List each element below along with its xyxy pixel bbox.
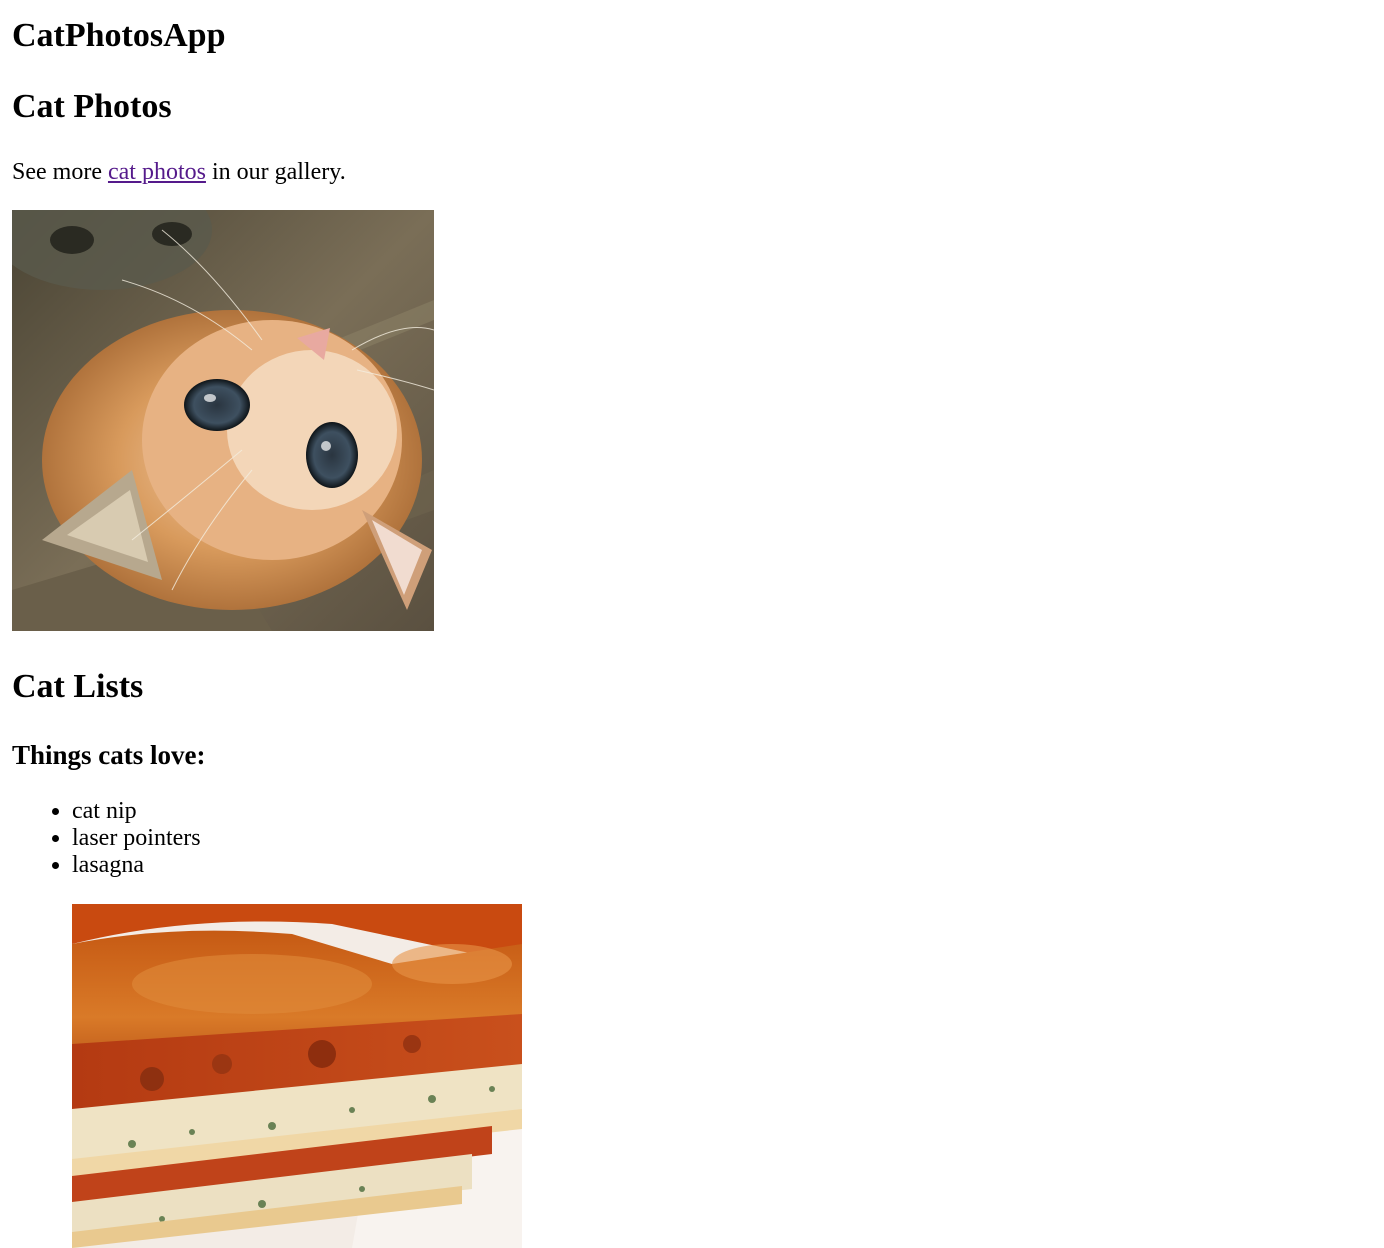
list-item: lasagna [72, 852, 201, 879]
lasagna-photo-graphic [72, 904, 522, 1248]
cat-photos-heading: Cat Photos [12, 88, 172, 125]
cat-lists-heading: Cat Lists [12, 668, 144, 705]
intro-after-text: in our gallery. [205, 159, 346, 185]
things-cats-love-list: cat nip laser pointers lasagna [12, 798, 201, 879]
gallery-intro-text: See more cat photos in our gallery. [12, 158, 346, 186]
things-cats-love-heading: Things cats love: [12, 740, 206, 770]
list-item: cat nip [72, 798, 201, 825]
lasagna-photo [72, 904, 522, 1248]
app-title: CatPhotosApp [12, 17, 226, 54]
kitten-photo [12, 210, 434, 631]
kitten-photo-link[interactable] [12, 210, 434, 631]
list-item: laser pointers [72, 825, 201, 852]
intro-before-text: See more [12, 159, 108, 185]
cat-photos-link[interactable]: cat photos [108, 159, 206, 185]
